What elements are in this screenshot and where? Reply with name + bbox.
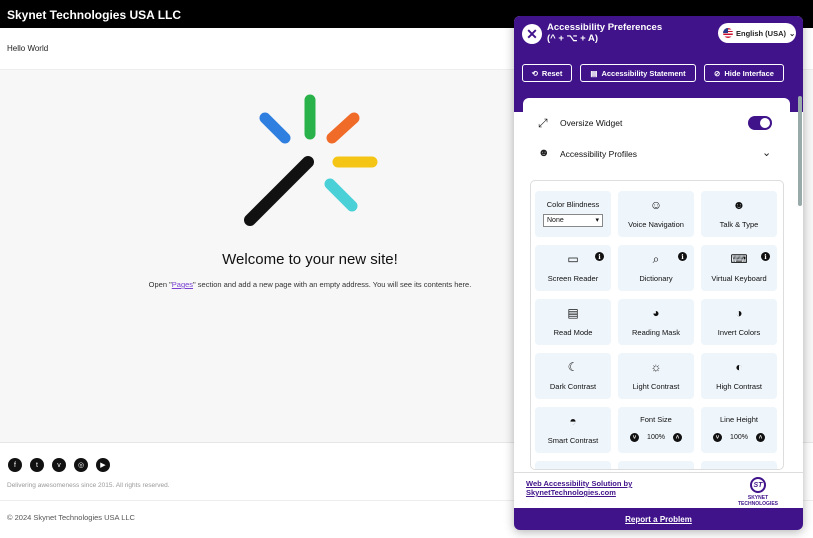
reading-mask-label: Reading Mask	[632, 328, 680, 337]
statement-label: Accessibility Statement	[601, 68, 686, 78]
font-size-value: 100%	[647, 434, 665, 441]
accessibility-person-icon: ☻	[538, 147, 550, 159]
hide-label: Hide Interface	[724, 68, 774, 78]
reading-mask-tile[interactable]: ◕ Reading Mask	[618, 299, 694, 345]
intro-prefix: Open "	[148, 280, 172, 289]
line-height-value: 100%	[730, 434, 748, 441]
refresh-icon: ⟲	[531, 68, 538, 78]
partial-tile	[535, 461, 611, 469]
vk-icon[interactable]: v	[52, 458, 66, 472]
light-contrast-label: Light Contrast	[632, 382, 680, 391]
read-mode-tile[interactable]: ▤ Read Mode	[535, 299, 611, 345]
increase-icon[interactable]: ˄	[672, 433, 682, 442]
font-size-tile: Font Size ˅ 100% ˄	[618, 407, 694, 453]
line-height-stepper: ˅ 100% ˄	[701, 433, 777, 442]
copyright-text: © 2024 Skynet Technologies USA LLC	[7, 513, 135, 522]
social-links: f t v ◎ ▶	[8, 458, 110, 472]
web-accessibility-link[interactable]: Web Accessibility Solution by SkynetTech…	[526, 479, 646, 497]
language-select[interactable]: English (USA) ⌄	[718, 23, 796, 43]
dark-contrast-tile[interactable]: ☾ Dark Contrast	[535, 353, 611, 399]
sun-icon: ☼	[650, 360, 662, 374]
color-blindness-tile: Color Blindness None	[535, 191, 611, 237]
light-contrast-tile[interactable]: ☼ Light Contrast	[618, 353, 694, 399]
smart-contrast-icon: ◓	[569, 414, 577, 428]
document-icon: ▤	[590, 68, 598, 78]
partial-tile	[701, 461, 777, 469]
voice-head-icon: ☺	[649, 198, 663, 212]
eye-off-icon: ⊘	[714, 68, 721, 78]
footer-tagline: Delivering awesomeness since 2015. All r…	[7, 482, 170, 489]
voice-navigation-label: Voice Navigation	[628, 220, 684, 229]
virtual-keyboard-label: Virtual Keyboard	[711, 274, 767, 283]
smart-contrast-label: Smart Contrast	[547, 436, 599, 445]
partial-tile	[618, 461, 694, 469]
panel-title-text: Accessibility Preferences	[547, 22, 663, 33]
dictionary-label: Dictionary	[639, 274, 673, 283]
increase-icon[interactable]: ˄	[755, 433, 765, 442]
dictionary-tile[interactable]: ⌕ i Dictionary	[618, 245, 694, 291]
intro-suffix: " section and add a new page with an emp…	[193, 280, 472, 289]
accessibility-panel: ✕ Accessibility Preferences (^ + ⌥ + A) …	[514, 16, 803, 530]
panel-shortcut: (^ + ⌥ + A)	[547, 33, 598, 44]
brand-name: SKYNET TECHNOLOGIES	[737, 495, 778, 507]
decrease-icon[interactable]: ˅	[630, 433, 640, 442]
voice-navigation-tile[interactable]: ☺ Voice Navigation	[618, 191, 694, 237]
hide-interface-button[interactable]: ⊘ Hide Interface	[704, 64, 784, 82]
screen-reader-tile[interactable]: ▭ i Screen Reader	[535, 245, 611, 291]
pages-link[interactable]: Pages	[172, 280, 193, 289]
color-blindness-select[interactable]: None	[543, 214, 603, 227]
talk-type-label: Talk & Type	[719, 220, 759, 229]
screen-reader-label: Screen Reader	[547, 274, 599, 283]
instagram-icon[interactable]: ◎	[74, 458, 88, 472]
contrast-icon: ◐	[735, 360, 743, 374]
us-flag-icon	[723, 28, 733, 38]
decrease-icon[interactable]: ˅	[713, 433, 723, 442]
facebook-icon[interactable]: f	[8, 458, 22, 472]
font-size-stepper: ˅ 100% ˄	[618, 433, 694, 442]
report-problem-button[interactable]: Report a Problem	[514, 508, 803, 530]
invert-colors-label: Invert Colors	[717, 328, 761, 337]
smart-contrast-tile[interactable]: ◓ Smart Contrast	[535, 407, 611, 453]
talk-type-tile[interactable]: ☻ Talk & Type	[701, 191, 777, 237]
font-size-label: Font Size	[640, 415, 672, 424]
reset-button[interactable]: ⟲ Reset	[522, 64, 572, 82]
document-icon: ▤	[567, 306, 579, 320]
language-label: English (USA)	[736, 28, 786, 38]
panel-title: Accessibility Preferences (^ + ⌥ + A)	[547, 22, 662, 44]
high-contrast-label: High Contrast	[716, 382, 762, 391]
logo-icon	[244, 94, 378, 226]
info-icon[interactable]: i	[678, 252, 687, 261]
talk-icon: ☻	[732, 198, 746, 212]
twitter-icon[interactable]: t	[30, 458, 44, 472]
read-mode-label: Read Mode	[553, 328, 593, 337]
invert-icon: ◑	[735, 306, 743, 320]
accessibility-statement-button[interactable]: ▤ Accessibility Statement	[580, 64, 696, 82]
feature-grid: Color Blindness None ☺ Voice Navigation …	[530, 180, 784, 470]
info-icon[interactable]: i	[595, 252, 604, 261]
moon-icon: ☾	[567, 360, 579, 374]
oversize-widget-toggle[interactable]	[748, 116, 772, 130]
chevron-down-icon[interactable]: ⌄	[762, 146, 771, 159]
close-icon[interactable]: ✕	[522, 24, 542, 44]
accessibility-profiles-label[interactable]: Accessibility Profiles	[560, 149, 637, 159]
oversize-widget-label: Oversize Widget	[560, 118, 623, 128]
virtual-keyboard-tile[interactable]: ⌨ i Virtual Keyboard	[701, 245, 777, 291]
color-blindness-label: Color Blindness	[546, 200, 600, 209]
dark-contrast-label: Dark Contrast	[549, 382, 597, 391]
info-icon[interactable]: i	[761, 252, 770, 261]
st-logo-icon: ST	[750, 477, 766, 493]
line-height-label: Line Height	[720, 415, 758, 424]
expand-icon: ⤢	[538, 116, 548, 130]
panel-scrollbar[interactable]	[798, 96, 802, 206]
line-height-tile: Line Height ˅ 100% ˄	[701, 407, 777, 453]
chevron-down-icon: ⌄	[789, 28, 796, 38]
skynet-logo: ST SKYNET TECHNOLOGIES	[728, 477, 788, 507]
reset-label: Reset	[541, 68, 563, 78]
mask-icon: ◕	[652, 306, 660, 320]
youtube-icon[interactable]: ▶	[96, 458, 110, 472]
invert-colors-tile[interactable]: ◑ Invert Colors	[701, 299, 777, 345]
high-contrast-tile[interactable]: ◐ High Contrast	[701, 353, 777, 399]
